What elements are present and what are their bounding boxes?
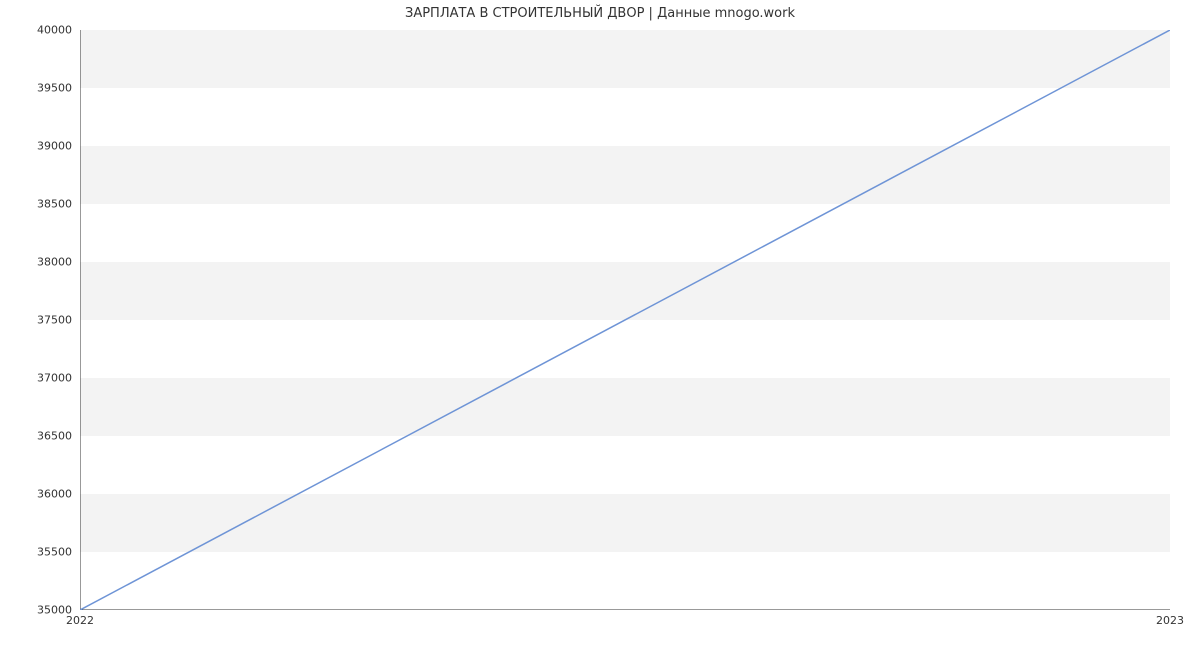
chart-container: ЗАРПЛАТА В СТРОИТЕЛЬНЫЙ ДВОР | Данные mn… <box>0 0 1200 650</box>
y-tick-label: 36000 <box>12 488 72 501</box>
chart-title: ЗАРПЛАТА В СТРОИТЕЛЬНЫЙ ДВОР | Данные mn… <box>0 6 1200 21</box>
y-tick-label: 35000 <box>12 604 72 617</box>
y-tick-label: 37000 <box>12 372 72 385</box>
y-tick-label: 38000 <box>12 256 72 269</box>
x-tick-label: 2023 <box>1156 614 1184 627</box>
chart-svg <box>80 30 1170 610</box>
x-tick-label: 2022 <box>66 614 94 627</box>
y-tick-label: 35500 <box>12 546 72 559</box>
y-tick-label: 39500 <box>12 82 72 95</box>
grid-bands <box>80 30 1170 552</box>
y-tick-label: 37500 <box>12 314 72 327</box>
y-tick-label: 39000 <box>12 140 72 153</box>
y-tick-label: 40000 <box>12 24 72 37</box>
y-tick-label: 38500 <box>12 198 72 211</box>
y-tick-label: 36500 <box>12 430 72 443</box>
plot-area <box>80 30 1170 610</box>
